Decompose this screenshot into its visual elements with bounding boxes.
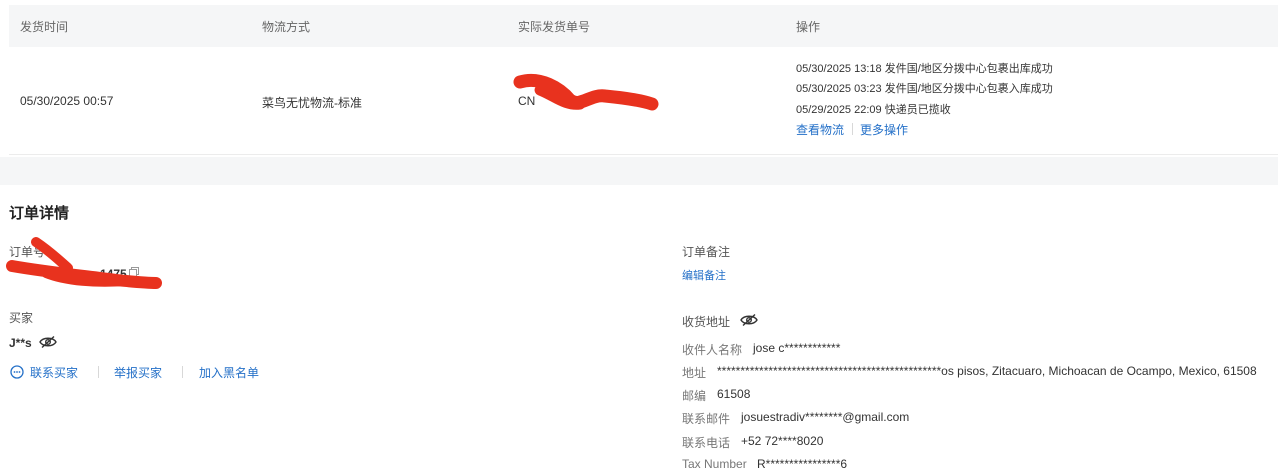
header-tracking-number: 实际发货单号 [518,20,591,34]
zip-label: 邮编 [682,389,707,403]
order-details-title: 订单详情 [9,205,70,222]
redaction-mark [513,74,659,111]
logistics-method-cell: 菜鸟无忧物流-标准 [262,96,362,110]
email-label: 联系邮件 [682,412,731,426]
header-actions: 操作 [796,20,821,34]
tax-number-value: R****************6 [757,457,848,471]
link-divider [98,366,99,378]
tax-number-label: Tax Number [682,457,747,471]
phone-value: +52 72****8020 [741,434,824,448]
tracking-log-entry: 05/30/2025 13:18 发件国/地区分拨中心包裹出库成功 [796,63,1053,75]
phone-label: 联系电话 [682,436,731,450]
report-buyer-link[interactable]: 举报买家 [114,364,162,381]
section-separator [0,157,1278,185]
link-divider [182,366,183,378]
eye-hidden-icon[interactable] [740,313,758,327]
shipping-address-label: 收货地址 [682,315,731,329]
recipient-value: jose c************ [753,341,841,355]
edit-note-link[interactable]: 编辑备注 [682,267,726,283]
address-label: 地址 [682,366,707,380]
row-divider [9,154,1278,155]
address-value: ****************************************… [717,364,1257,378]
redaction-mark [6,237,162,289]
ship-time-cell: 05/30/2025 00:57 [20,94,114,108]
more-actions-link[interactable]: 更多操作 [860,121,908,138]
order-note-label: 订单备注 [682,245,731,259]
buyer-label: 买家 [9,311,34,325]
header-ship-time: 发货时间 [20,20,69,34]
add-blacklist-link[interactable]: 加入黑名单 [199,364,259,381]
zip-value: 61508 [717,387,751,401]
chat-icon [10,365,24,379]
view-logistics-link[interactable]: 查看物流 [796,121,844,138]
contact-buyer-link[interactable]: 联系买家 [30,364,78,381]
link-divider [852,123,853,135]
tracking-log-entry: 05/29/2025 22:09 快递员已揽收 [796,104,951,116]
eye-hidden-icon[interactable] [39,335,57,349]
header-logistics-method: 物流方式 [262,20,311,34]
tracking-log-entry: 05/30/2025 03:23 发件国/地区分拨中心包裹入库成功 [796,83,1053,95]
buyer-name: J**s [9,336,32,350]
shipment-table-header [9,5,1278,47]
email-value: josuestradiv********@gmail.com [741,410,910,424]
recipient-label: 收件人名称 [682,343,743,357]
